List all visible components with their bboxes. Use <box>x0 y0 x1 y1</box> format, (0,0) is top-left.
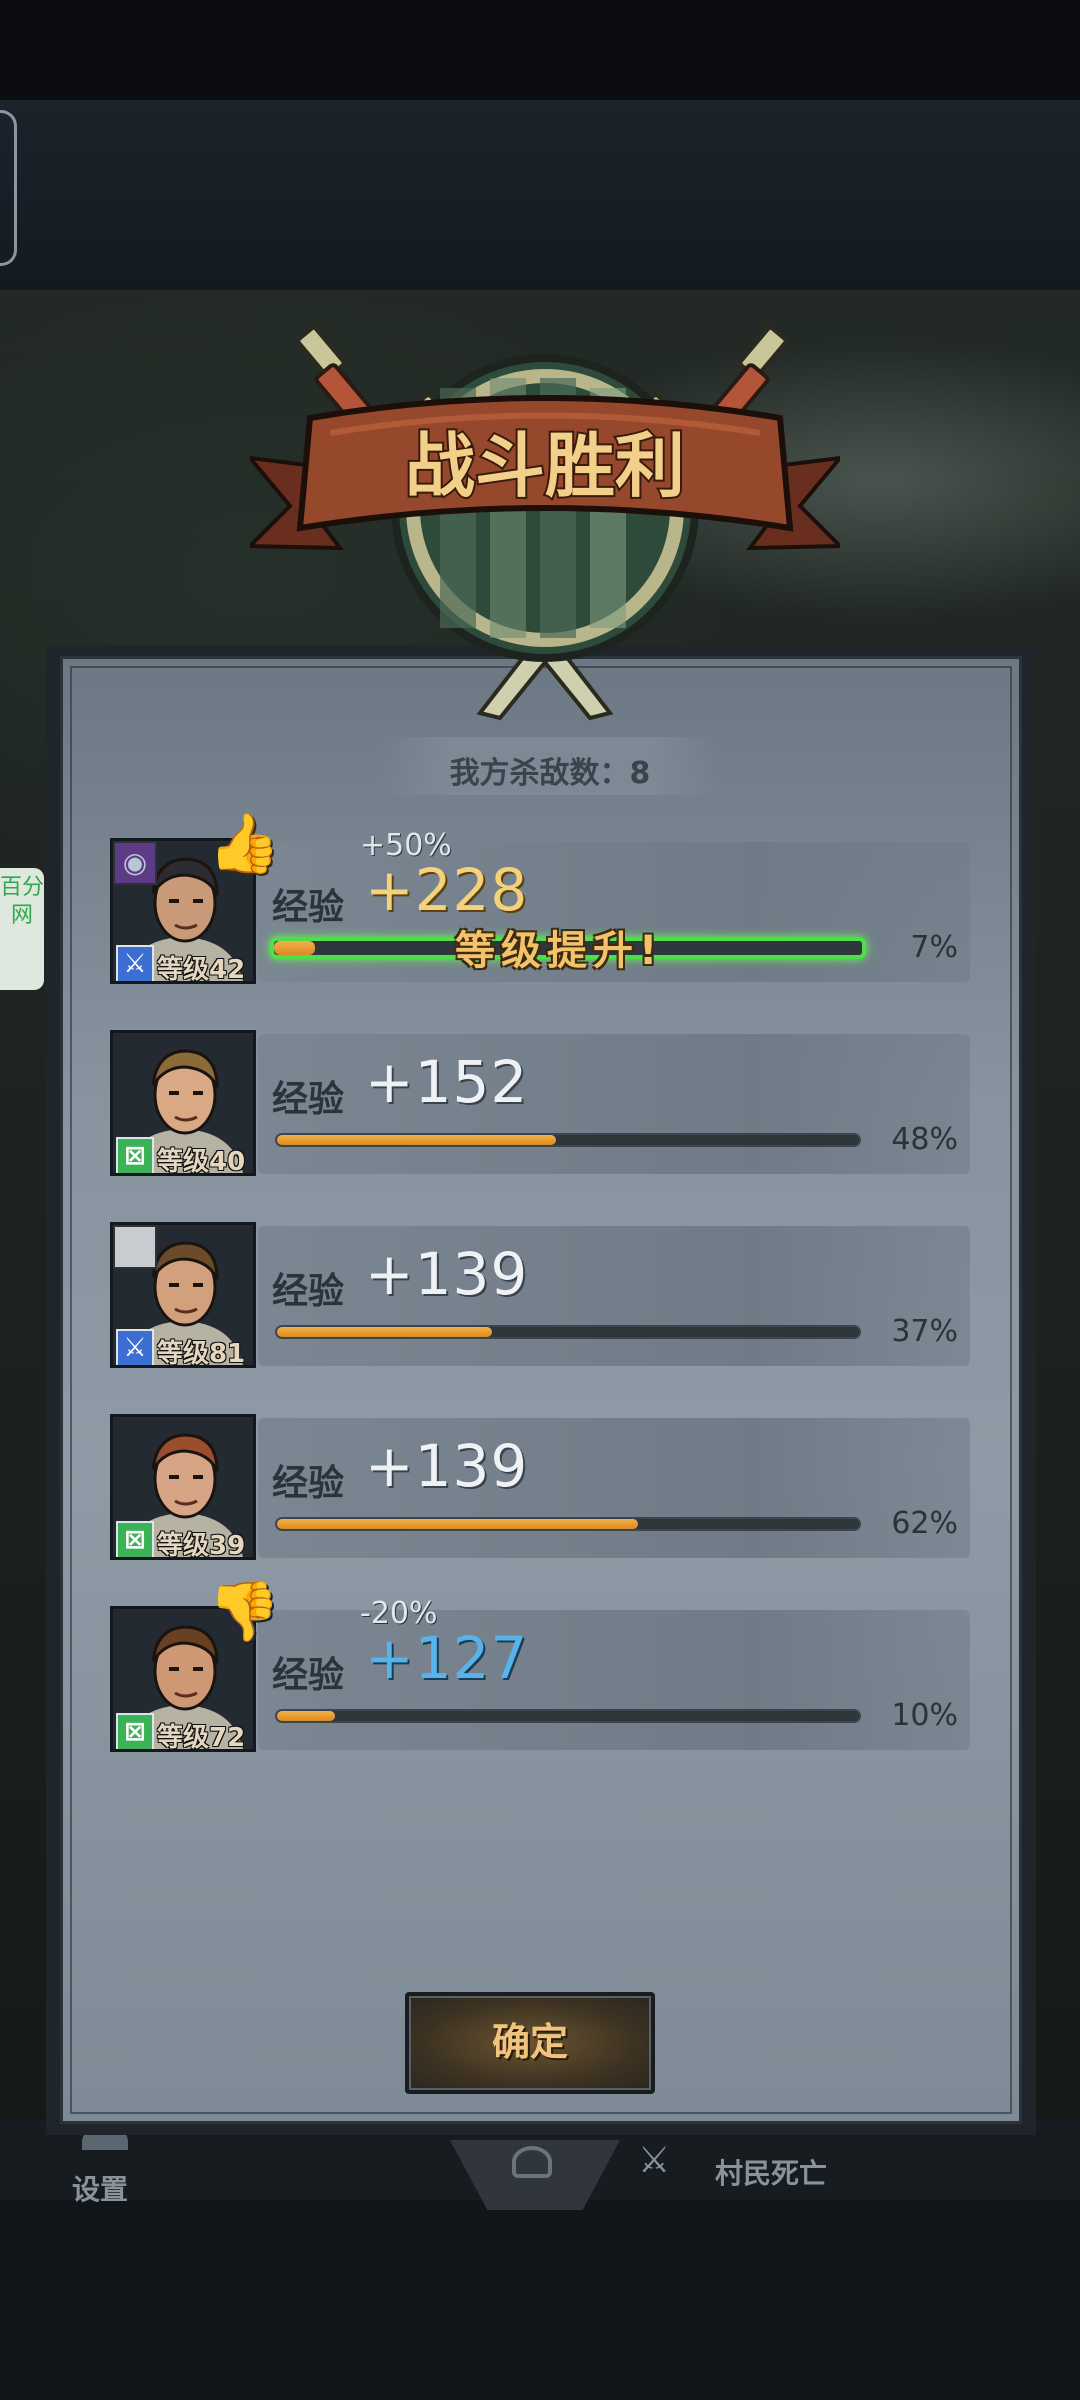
exp-progress-fill <box>277 1327 493 1337</box>
sword-class-icon: ⚔ <box>116 945 154 981</box>
hero-row[interactable]: ◉ ⚔ 等级42 👍 经验 +228 +50% 等级提升! 7% <box>110 809 970 986</box>
hero-row[interactable]: ⚔ 等级81 经验 +139 37% <box>110 1222 970 1370</box>
exp-modifier: -20% <box>360 1596 438 1631</box>
crossbow-class-icon: ⊠ <box>116 1137 154 1173</box>
hero-portrait[interactable]: ⚔ 等级81 <box>110 1222 256 1368</box>
nav-settings-label[interactable]: 设置 <box>72 2168 128 2208</box>
exp-label: 经验 <box>272 1655 345 1696</box>
exp-progress-bar <box>275 1133 861 1147</box>
crossed-axes-icon: ⚔ <box>638 2140 671 2181</box>
hero-level: 等级42 <box>157 955 246 984</box>
exp-percent: 48% <box>891 1122 958 1157</box>
exp-gain: +152 <box>365 1048 529 1116</box>
exp-progress-fill <box>274 941 316 955</box>
hero-row[interactable]: ⊠ 等级72 👎 经验 +127 -20% 10% <box>110 1577 970 1754</box>
victory-emblem: 战斗胜利 <box>250 325 840 721</box>
side-watermark-tab[interactable]: 百分网 <box>0 868 44 990</box>
exp-gain: +139 <box>365 1432 529 1500</box>
exp-gain: +127 <box>365 1624 529 1692</box>
exp-gain: +139 <box>365 1240 529 1308</box>
exp-progress-bar <box>275 1325 861 1339</box>
exp-percent: 10% <box>891 1698 958 1733</box>
exp-progress-fill <box>277 1135 557 1145</box>
level-up-label: 等级提升! <box>455 928 664 974</box>
hero-row[interactable]: ⊠ 等级39 经验 +139 62% <box>110 1414 970 1562</box>
thumbs-up-icon: 👍 <box>208 809 281 877</box>
kill-count: 我方杀敌数：8 <box>449 756 651 791</box>
back-tab[interactable] <box>0 110 17 266</box>
crossbow-class-icon: ⊠ <box>116 1713 154 1749</box>
exp-label: 经验 <box>272 887 345 928</box>
hero-portrait[interactable]: ⊠ 等级40 <box>110 1030 256 1176</box>
hero-portrait[interactable]: ⊠ 等级39 <box>110 1414 256 1560</box>
exp-progress-bar <box>275 1517 861 1531</box>
hero-level: 等级72 <box>157 1723 246 1752</box>
hero-level: 等级81 <box>157 1339 246 1368</box>
banner-emblem-icon <box>113 1225 157 1269</box>
exp-percent: 37% <box>891 1314 958 1349</box>
victory-title: 战斗胜利 <box>405 425 685 507</box>
exp-label: 经验 <box>272 1079 345 1120</box>
helmet-icon <box>512 2146 552 2178</box>
nav-villager-death-label[interactable]: 村民死亡 <box>715 2152 827 2192</box>
exp-progress-fill <box>277 1711 336 1721</box>
exp-progress-bar <box>275 1709 861 1723</box>
exp-modifier: +50% <box>360 828 452 863</box>
confirm-button[interactable]: 确定 <box>405 1992 655 2094</box>
thumbs-down-icon: 👎 <box>208 1577 281 1645</box>
hero-level: 等级39 <box>157 1531 246 1560</box>
faction-emblem-icon: ◉ <box>113 841 157 885</box>
top-bar <box>0 100 1080 290</box>
crossbow-class-icon: ⊠ <box>116 1521 154 1557</box>
exp-gain: +228 <box>365 856 529 924</box>
hero-row[interactable]: ⊠ 等级40 经验 +152 48% <box>110 1030 970 1178</box>
exp-percent: 7% <box>910 930 958 965</box>
hero-level: 等级40 <box>157 1147 246 1176</box>
sword-class-icon: ⚔ <box>116 1329 154 1365</box>
exp-progress-fill <box>277 1519 638 1529</box>
exp-percent: 62% <box>891 1506 958 1541</box>
exp-label: 经验 <box>272 1271 345 1312</box>
exp-label: 经验 <box>272 1463 345 1504</box>
